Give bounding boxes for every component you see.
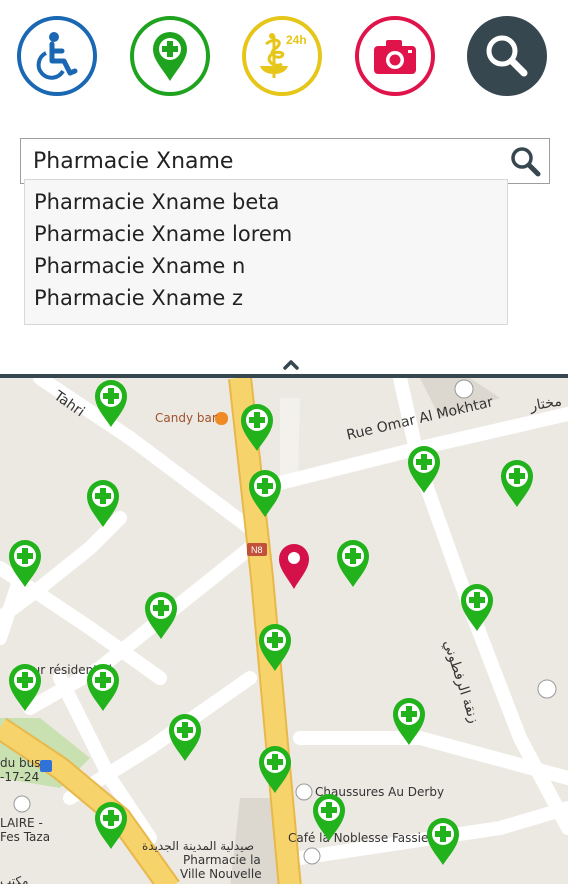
pharmacy-marker-icon[interactable] — [256, 744, 294, 794]
location-pin-icon[interactable] — [277, 542, 311, 590]
category-toolbar: 24h — [0, 0, 568, 120]
pharmacy-marker-icon[interactable] — [84, 662, 122, 712]
search-submit-button[interactable] — [509, 145, 543, 179]
search-icon — [511, 147, 541, 177]
pharmacy-marker-icon[interactable] — [424, 816, 462, 866]
pharmacy-marker-icon[interactable] — [142, 590, 180, 640]
route-n8-label: N8 — [251, 545, 263, 555]
pharmacy-marker-icon[interactable] — [92, 378, 130, 428]
pharmacy-marker-icon[interactable] — [390, 696, 428, 746]
pharmacy-marker-icon[interactable] — [246, 468, 284, 518]
pharmacy-marker-icon[interactable] — [458, 582, 496, 632]
chevron-up-icon — [283, 360, 299, 370]
search-input[interactable] — [33, 139, 493, 183]
map-label: du bus — [0, 756, 41, 770]
suggestion-item[interactable]: Pharmacie Xname n — [25, 250, 507, 282]
pharmacy-24h-button[interactable]: 24h — [242, 16, 322, 96]
pharmacy-pin-icon — [153, 32, 187, 81]
accessibility-button[interactable] — [17, 16, 97, 96]
wheelchair-icon — [36, 32, 78, 80]
map-label: LAIRE - — [0, 816, 43, 830]
pharmacy-marker-icon[interactable] — [6, 538, 44, 588]
pharmacy-button[interactable] — [130, 16, 210, 96]
pharmacy-marker-icon[interactable] — [310, 792, 348, 842]
map-label: مكتب — [0, 874, 29, 884]
pharmacy-marker-icon[interactable] — [92, 800, 130, 850]
map-label: Fes Taza — [0, 830, 51, 844]
pharmacy-marker-icon[interactable] — [6, 662, 44, 712]
pharmacy-marker-icon[interactable] — [256, 622, 294, 672]
drawer-toggle[interactable] — [274, 350, 308, 374]
pharmacy-marker-icon[interactable] — [238, 402, 276, 452]
suggestion-item[interactable]: Pharmacie Xname z — [25, 282, 507, 314]
map-view[interactable]: N8 Candy bar Rue Omar Al Mokhtar مختار T… — [0, 374, 568, 884]
map-label: صيدلية المدينة الجديدة — [142, 839, 255, 853]
map-label: Ville Nouvelle — [180, 867, 262, 881]
pharmacy-marker-icon[interactable] — [166, 712, 204, 762]
camera-icon — [374, 40, 416, 74]
pharmacy-marker-icon[interactable] — [334, 538, 372, 588]
map-label: -17-24 — [0, 770, 40, 784]
search-mode-button[interactable] — [467, 16, 547, 96]
search-box — [20, 138, 550, 184]
suggestion-item[interactable]: Pharmacie Xname lorem — [25, 218, 507, 250]
badge-24h: 24h — [286, 33, 307, 47]
pharmacy-marker-icon[interactable] — [405, 444, 443, 494]
magnifier-icon — [486, 35, 528, 77]
caduceus-24h-icon: 24h — [260, 33, 307, 78]
pharmacy-marker-icon[interactable] — [84, 478, 122, 528]
autocomplete-list: Pharmacie Xname beta Pharmacie Xname lor… — [24, 179, 508, 325]
map-label: Pharmacie la — [183, 853, 261, 867]
suggestion-item[interactable]: Pharmacie Xname beta — [25, 186, 507, 218]
pharmacy-marker-icon[interactable] — [498, 458, 536, 508]
photo-button[interactable] — [355, 16, 435, 96]
map-label: Candy bar — [155, 411, 217, 425]
